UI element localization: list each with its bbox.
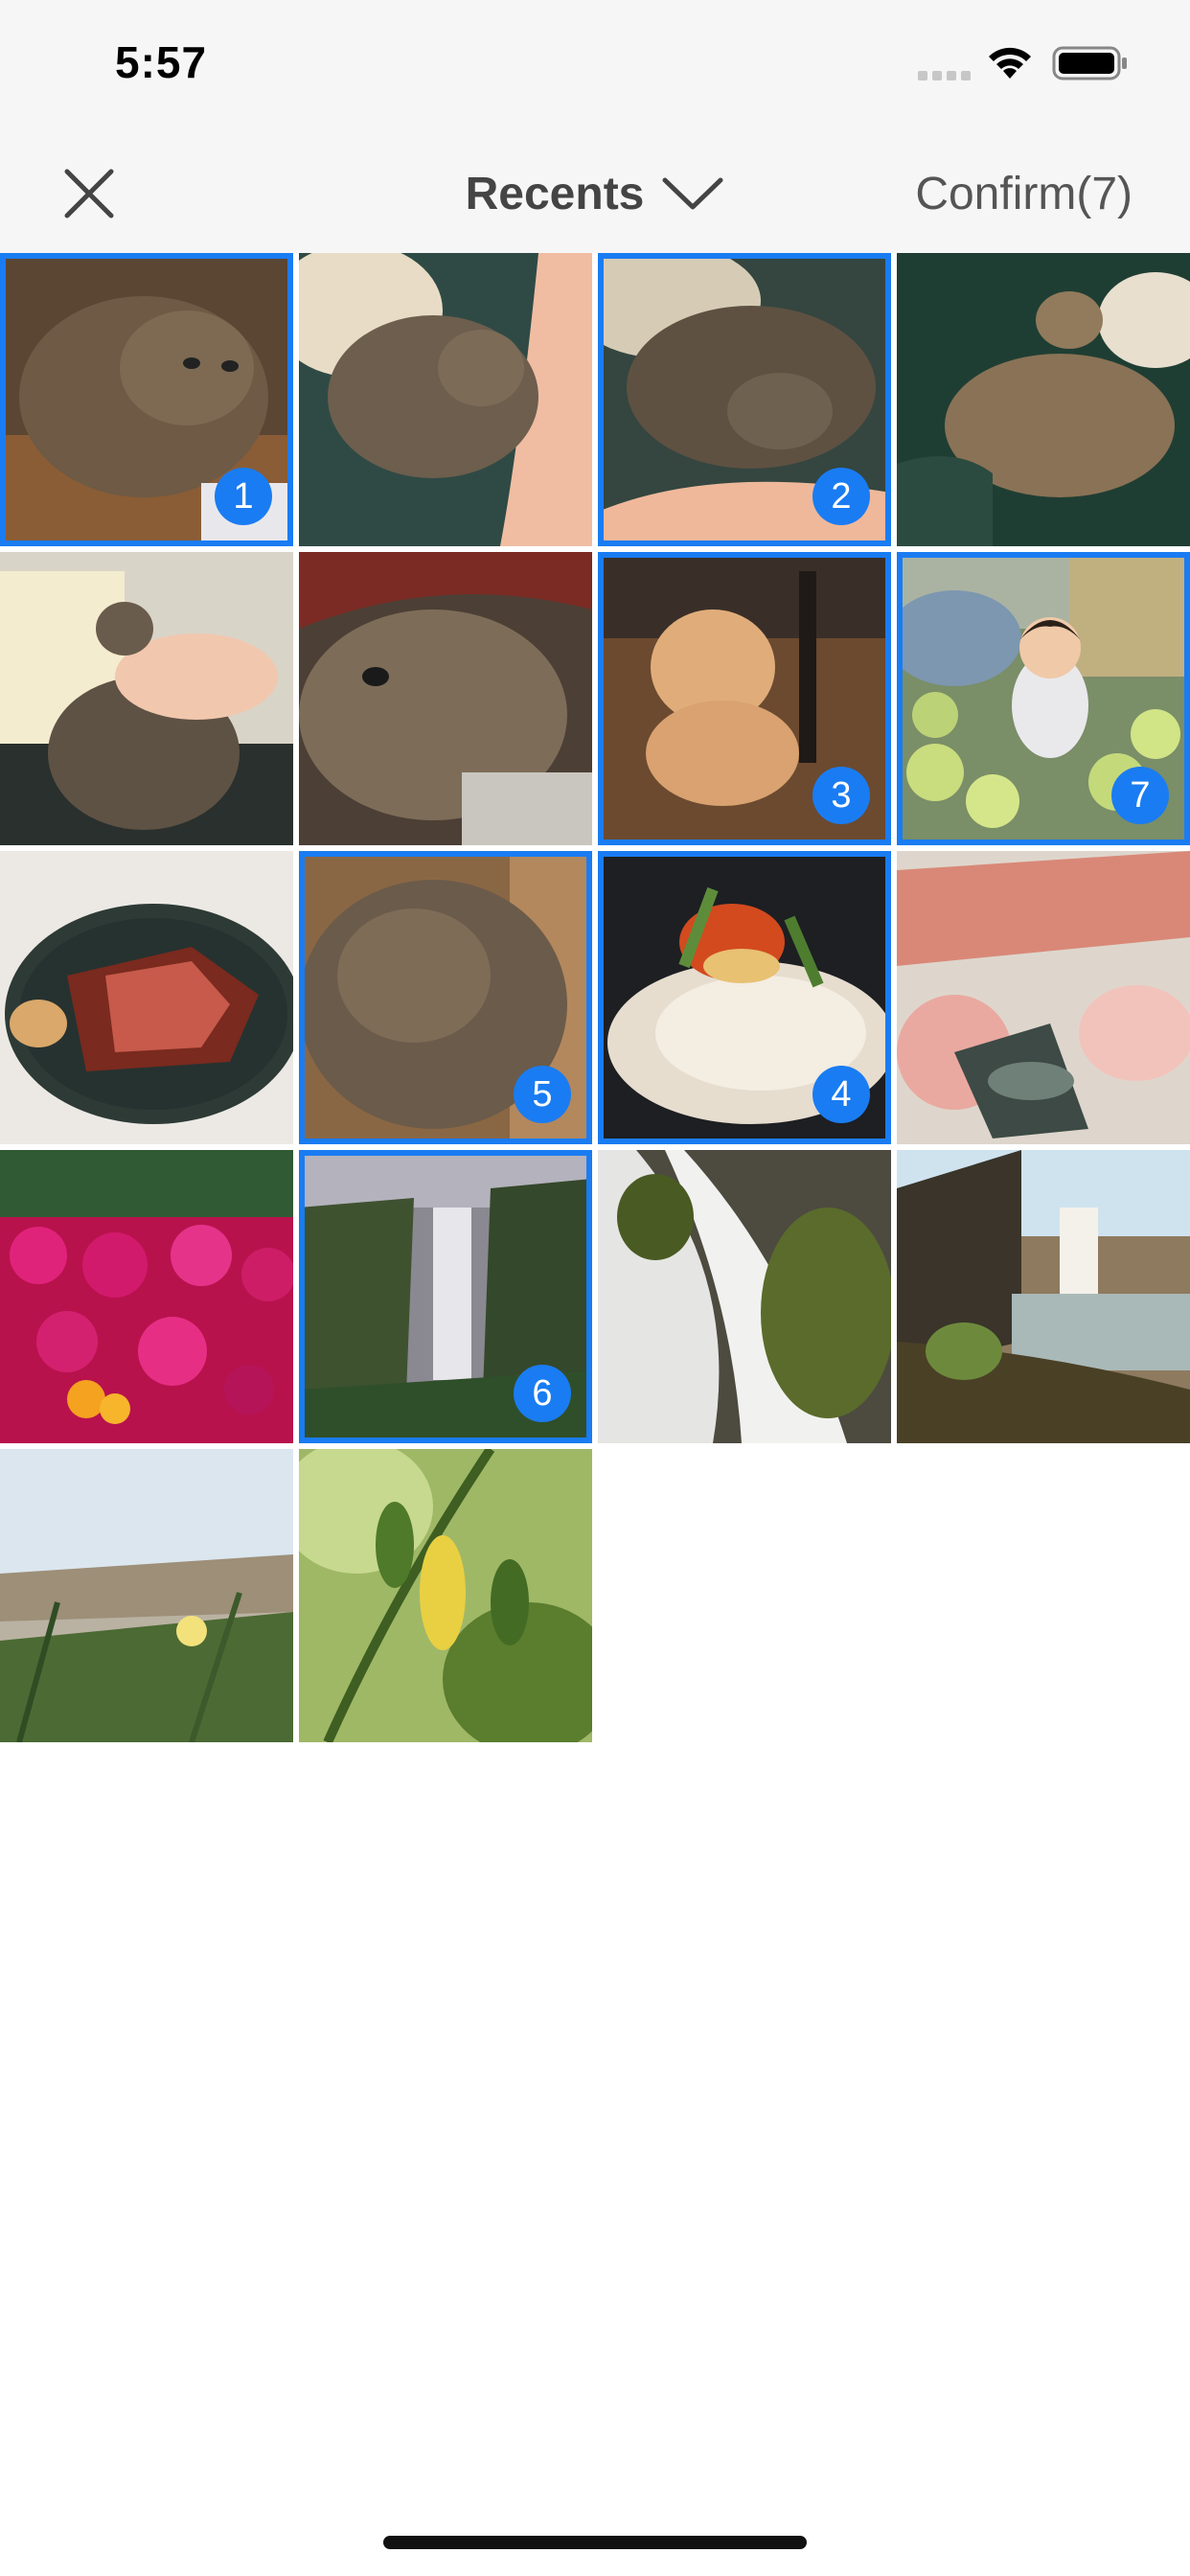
chevron-down-icon (662, 177, 723, 210)
cellular-signal-icon (918, 71, 971, 80)
selection-order-badge: 1 (215, 468, 272, 525)
photo-thumbnail (598, 1150, 891, 1443)
photo-cell[interactable] (0, 1449, 293, 1742)
photo-cell[interactable] (299, 1449, 592, 1742)
photo-cell[interactable] (0, 552, 293, 845)
photo-cell[interactable]: 6 (299, 1150, 592, 1443)
status-bar: 5:57 (0, 0, 1190, 134)
album-selector[interactable]: Recents (451, 163, 739, 224)
battery-icon (1052, 46, 1127, 80)
photo-cell[interactable]: 1 (0, 253, 293, 546)
photo-cell[interactable] (897, 851, 1190, 1144)
photo-cell[interactable]: 3 (598, 552, 891, 845)
wifi-icon (989, 47, 1031, 79)
close-button[interactable] (56, 160, 123, 227)
photo-cell[interactable]: 7 (897, 552, 1190, 845)
photo-cell[interactable] (598, 1150, 891, 1443)
photo-cell[interactable]: 5 (299, 851, 592, 1144)
photo-thumbnail (299, 253, 592, 546)
selection-order-badge: 3 (812, 767, 870, 824)
photo-thumbnail (0, 552, 293, 845)
photo-cell[interactable] (299, 552, 592, 845)
photo-thumbnail (0, 1150, 293, 1443)
nav-bar: Recents Confirm(7) (0, 134, 1190, 253)
home-indicator (383, 2536, 807, 2549)
status-time: 5:57 (115, 37, 208, 87)
photo-thumbnail (299, 552, 592, 845)
selection-order-badge: 7 (1111, 767, 1169, 824)
photo-cell[interactable]: 4 (598, 851, 891, 1144)
photo-thumbnail (0, 1449, 293, 1742)
selection-order-badge: 5 (514, 1066, 571, 1123)
selection-order-badge: 4 (812, 1066, 870, 1123)
photo-thumbnail (299, 1449, 592, 1742)
confirm-button[interactable]: Confirm(7) (915, 163, 1133, 224)
album-title: Recents (465, 168, 645, 219)
photo-thumbnail (897, 851, 1190, 1144)
photo-cell[interactable]: 2 (598, 253, 891, 546)
photo-thumbnail (897, 1150, 1190, 1443)
close-icon (64, 169, 114, 218)
selection-order-badge: 6 (514, 1365, 571, 1422)
photo-cell[interactable] (0, 1150, 293, 1443)
photo-cell[interactable] (299, 253, 592, 546)
photo-cell[interactable] (897, 253, 1190, 546)
photo-cell[interactable] (0, 851, 293, 1144)
photo-thumbnail (0, 851, 293, 1144)
photo-cell[interactable] (897, 1150, 1190, 1443)
photo-thumbnail (897, 253, 1190, 546)
selection-order-badge: 2 (812, 468, 870, 525)
